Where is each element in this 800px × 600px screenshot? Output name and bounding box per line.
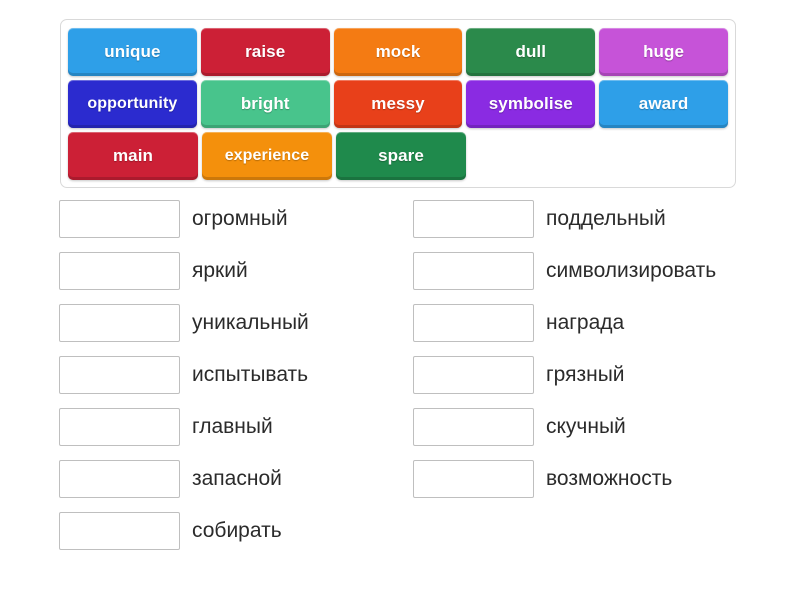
word-tile-experience[interactable]: experience <box>202 132 332 180</box>
answer-drop-box[interactable] <box>59 200 180 238</box>
match-row: символизировать <box>413 252 763 290</box>
match-label: испытывать <box>192 363 309 386</box>
answer-drop-box[interactable] <box>59 252 180 290</box>
word-bank-row-1: unique raise mock dull huge <box>68 28 728 76</box>
answer-drop-box[interactable] <box>59 356 180 394</box>
match-row: поддельный <box>413 200 763 238</box>
word-tile-unique[interactable]: unique <box>68 28 197 76</box>
match-row: уникальный <box>59 304 399 342</box>
match-row: главный <box>59 408 399 446</box>
answer-drop-box[interactable] <box>413 408 534 446</box>
answer-drop-box[interactable] <box>413 356 534 394</box>
word-tile-huge[interactable]: huge <box>599 28 728 76</box>
match-label: поддельный <box>546 207 666 230</box>
word-tile-opportunity[interactable]: opportunity <box>68 80 197 128</box>
match-label: символизировать <box>546 259 717 282</box>
word-bank-row-3: main experience spare <box>68 132 728 180</box>
match-label: уникальный <box>192 311 309 334</box>
match-label: награда <box>546 311 625 334</box>
matching-exercise-page: unique raise mock dull huge opportunity … <box>0 0 800 600</box>
answer-drop-box[interactable] <box>59 512 180 550</box>
word-bank-row-2: opportunity bright messy symbolise award <box>68 80 728 128</box>
match-label: возможность <box>546 467 673 490</box>
answer-drop-box[interactable] <box>413 304 534 342</box>
match-label: главный <box>192 415 273 438</box>
match-label: грязный <box>546 363 625 386</box>
match-column-left: огромный яркий уникальный испытывать гла… <box>59 200 399 564</box>
match-row: скучный <box>413 408 763 446</box>
word-tile-spare[interactable]: spare <box>336 132 466 180</box>
word-tile-award[interactable]: award <box>599 80 728 128</box>
match-row: возможность <box>413 460 763 498</box>
match-label: огромный <box>192 207 288 230</box>
answer-drop-box[interactable] <box>59 460 180 498</box>
word-tile-symbolise[interactable]: symbolise <box>466 80 596 128</box>
word-tile-messy[interactable]: messy <box>333 80 463 128</box>
answer-drop-box[interactable] <box>413 460 534 498</box>
word-bank-container: unique raise mock dull huge opportunity … <box>60 19 736 188</box>
match-row: грязный <box>413 356 763 394</box>
word-tile-mock[interactable]: mock <box>333 28 463 76</box>
answer-drop-box[interactable] <box>59 304 180 342</box>
match-column-right: поддельный символизировать награда грязн… <box>413 200 763 512</box>
match-label: яркий <box>192 259 248 282</box>
match-row: запасной <box>59 460 399 498</box>
match-label: собирать <box>192 519 282 542</box>
match-row: испытывать <box>59 356 399 394</box>
match-row: собирать <box>59 512 399 550</box>
word-tile-dull[interactable]: dull <box>466 28 596 76</box>
answer-drop-box[interactable] <box>59 408 180 446</box>
word-tile-bright[interactable]: bright <box>200 80 330 128</box>
match-row: награда <box>413 304 763 342</box>
match-row: яркий <box>59 252 399 290</box>
match-row: огромный <box>59 200 399 238</box>
match-label: запасной <box>192 467 282 490</box>
word-tile-main[interactable]: main <box>68 132 198 180</box>
answer-drop-box[interactable] <box>413 252 534 290</box>
word-tile-raise[interactable]: raise <box>200 28 330 76</box>
answer-drop-box[interactable] <box>413 200 534 238</box>
match-label: скучный <box>546 415 626 438</box>
